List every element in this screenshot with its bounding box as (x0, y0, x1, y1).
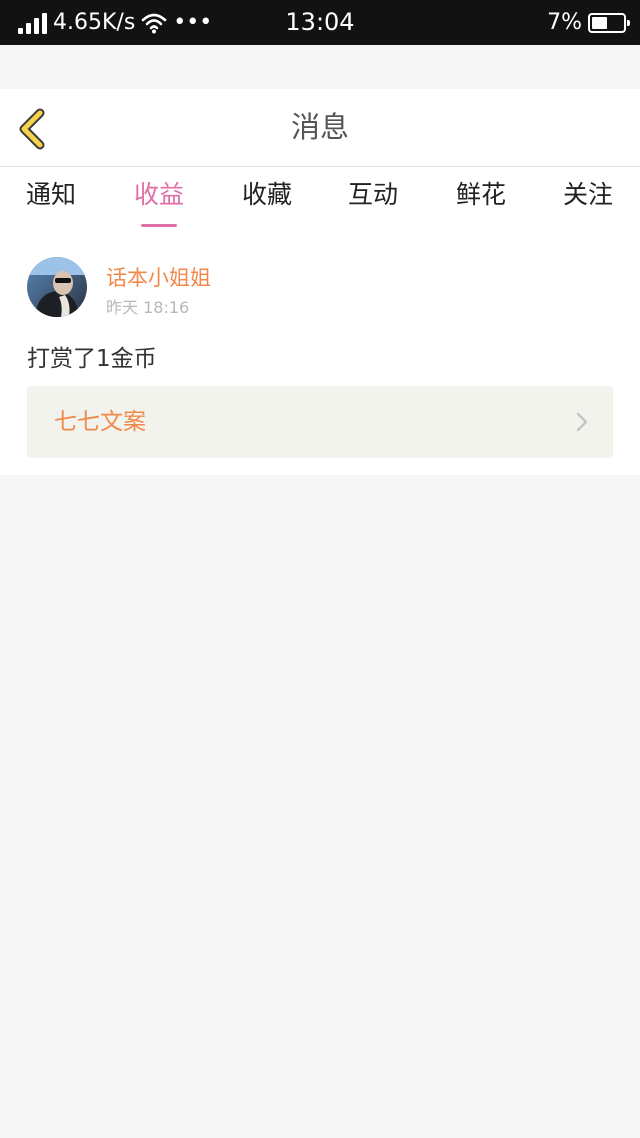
tab-label: 互动 (347, 180, 398, 209)
tab-flowers[interactable]: 鲜花 (436, 167, 526, 227)
tab-label: 鲜花 (455, 180, 506, 209)
status-bar: 4.65K/s ••• 13:04 7% (0, 0, 640, 45)
back-button[interactable] (14, 107, 54, 150)
tab-notification[interactable]: 通知 (6, 167, 96, 227)
work-link[interactable]: 七七文案 (27, 386, 613, 458)
battery-icon (588, 12, 630, 33)
chevron-right-icon (576, 412, 588, 432)
work-title: 七七文案 (54, 409, 146, 435)
tab-earnings[interactable]: 收益 (114, 167, 204, 227)
tab-favorites[interactable]: 收藏 (222, 167, 312, 227)
username[interactable]: 话本小姐姐 (106, 262, 211, 292)
message-card: 话本小姐姐 昨天 18:16 打赏了1金币 七七文案 (0, 233, 640, 475)
tab-following[interactable]: 关注 (543, 167, 633, 227)
tab-interaction[interactable]: 互动 (328, 167, 418, 227)
header-bar: 消息 (0, 89, 640, 167)
avatar-image (27, 257, 87, 317)
tab-label: 通知 (25, 180, 76, 209)
active-tab-indicator (141, 224, 177, 227)
tab-bar: 通知 收益 收藏 互动 鲜花 关注 (0, 167, 640, 233)
battery-level (592, 16, 607, 29)
status-time: 13:04 (285, 8, 355, 36)
tab-label: 关注 (562, 180, 613, 209)
tab-label: 收益 (133, 180, 184, 209)
page-title: 消息 (290, 110, 349, 144)
chevron-left-icon (19, 108, 45, 150)
avatar[interactable] (27, 257, 87, 317)
battery-percent: 7% (547, 10, 582, 35)
message-content: 打赏了1金币 (27, 346, 157, 372)
tab-label: 收藏 (241, 180, 292, 209)
message-time: 昨天 18:16 (106, 298, 190, 317)
status-bar-right: 7% (547, 0, 630, 45)
